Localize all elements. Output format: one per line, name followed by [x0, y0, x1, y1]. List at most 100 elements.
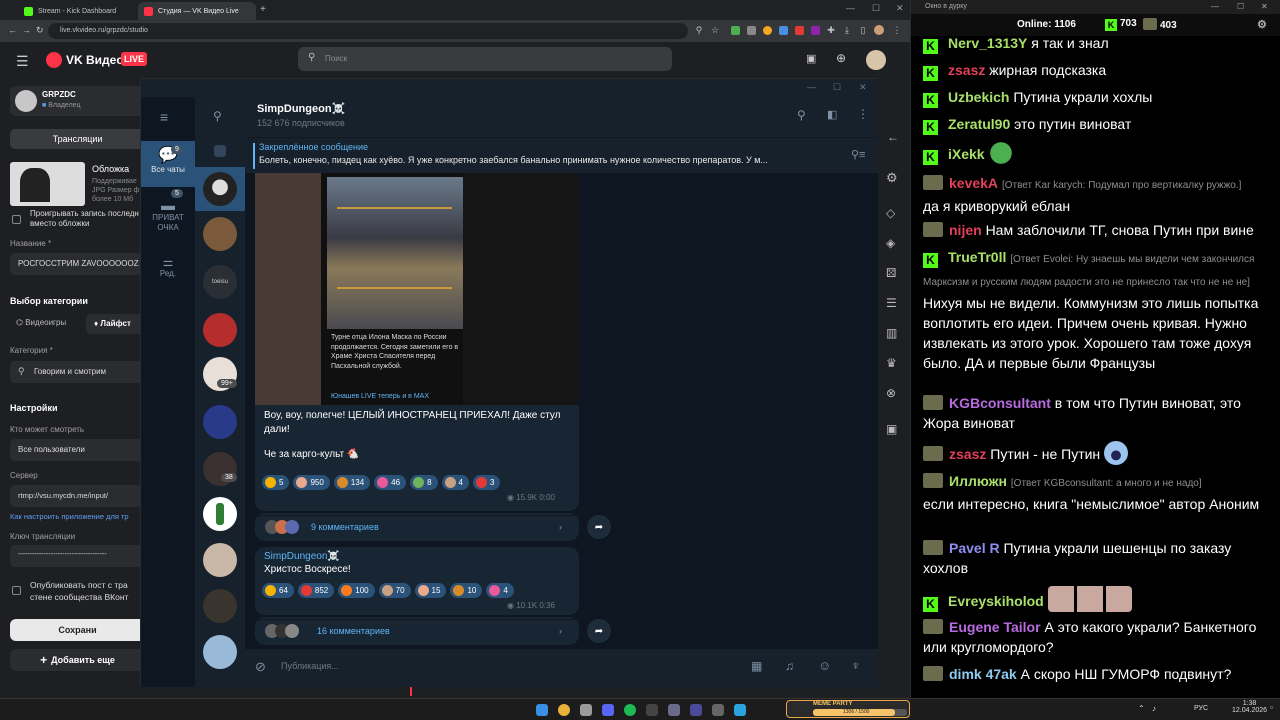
taskbar-app-icon[interactable]	[580, 704, 592, 716]
chat-username[interactable]: Evreyskiholod	[948, 593, 1044, 609]
chat-maximize-button[interactable]: ☐	[1237, 2, 1244, 11]
video-icon[interactable]: ▣	[886, 422, 897, 436]
emoji-icon[interactable]: ☺	[818, 658, 831, 673]
extension-icon[interactable]	[792, 23, 806, 37]
bell-icon[interactable]: ♫	[785, 659, 794, 673]
replay-checkbox[interactable]	[12, 215, 21, 224]
chat-avatar[interactable]	[203, 497, 237, 531]
extension-icon[interactable]	[760, 23, 774, 37]
chat-username[interactable]: zsasz	[948, 62, 985, 78]
chat-username[interactable]: iXekk	[948, 146, 985, 162]
forward-icon[interactable]: →	[22, 25, 31, 35]
meme-party-widget[interactable]: MEME PARTY 1306 / 1500	[786, 700, 910, 718]
save-button[interactable]: Сохрани	[10, 619, 145, 641]
zoom-icon[interactable]: ⚲	[692, 23, 706, 37]
sidebar-toggle-icon[interactable]: ◧	[827, 108, 837, 121]
menu-dots-icon[interactable]: ⋮	[890, 23, 904, 37]
reload-icon[interactable]: ↻	[36, 25, 44, 36]
chrome-icon[interactable]	[558, 704, 570, 716]
chat-username[interactable]: Uzbekich	[948, 89, 1009, 105]
vk-video-logo-icon[interactable]	[46, 52, 62, 68]
bar-chart-icon[interactable]: ▥	[886, 326, 897, 340]
telegram-icon[interactable]	[734, 704, 746, 716]
pinned-message-bar[interactable]: Закреплённое сообщение Болеть, конечно, …	[245, 137, 879, 173]
clock[interactable]: 1:38 12.04.2026	[1232, 700, 1267, 714]
taskbar-app-icon[interactable]	[712, 704, 724, 716]
who-can-watch-select[interactable]: Все пользователи	[10, 439, 145, 461]
share-button[interactable]: ➦	[587, 619, 611, 643]
chat-avatar[interactable]	[203, 635, 237, 669]
search-icon[interactable]: ⚲	[797, 108, 806, 122]
back-icon[interactable]: ←	[8, 25, 17, 35]
start-icon[interactable]	[536, 704, 548, 716]
category-input[interactable]: ⚲ Говорим и смотрим	[10, 361, 145, 383]
microphone-icon[interactable]: ♆	[851, 658, 861, 673]
comments-link[interactable]: 16 комментариев ›	[255, 619, 579, 641]
chat-avatar[interactable]	[203, 313, 237, 347]
chat-close-button[interactable]: ✕	[1261, 2, 1268, 11]
share-button[interactable]: ➦	[587, 515, 611, 539]
chat-username[interactable]: KGBconsultant	[949, 395, 1051, 411]
taskbar-app-icon[interactable]	[690, 704, 702, 716]
reaction-pill[interactable]: 10	[450, 583, 483, 598]
download-icon[interactable]: ⤓	[840, 23, 854, 37]
chat-username[interactable]: kevekA	[949, 175, 998, 191]
extension-icon[interactable]	[744, 23, 758, 37]
puzzle-icon[interactable]: ✚	[824, 23, 838, 37]
cover-thumbnail[interactable]	[10, 162, 85, 206]
reaction-pill[interactable]: 4	[441, 475, 469, 490]
reaction-pill[interactable]: 70	[378, 583, 411, 598]
chat-username[interactable]: Eugene Tailor	[949, 619, 1041, 635]
minimize-button[interactable]: —	[846, 3, 855, 13]
bookmark-star-icon[interactable]: ☆	[708, 23, 722, 37]
folder-all-chats[interactable]: 💬 Все чаты 9	[141, 141, 195, 187]
chat-username[interactable]: Иллюжн	[949, 473, 1007, 489]
gem-icon[interactable]: ◈	[886, 236, 895, 250]
tg-close-button[interactable]: ✕	[859, 82, 867, 93]
reaction-pill[interactable]: 8	[410, 475, 438, 490]
tg-maximize-button[interactable]: ☐	[833, 82, 841, 93]
chat-username[interactable]: Zeratul90	[948, 116, 1010, 132]
spotify-icon[interactable]	[624, 704, 636, 716]
vk-logo-text[interactable]: VK Видео	[66, 53, 124, 67]
tab-kick-dashboard[interactable]: Stream - Kick Dashboard	[18, 2, 136, 20]
sidepanel-icon[interactable]: ▯	[856, 23, 870, 37]
taskbar-app-icon[interactable]	[668, 704, 680, 716]
folder-edit[interactable]: ⚌ Ред.	[141, 255, 195, 287]
reaction-pill[interactable]: 46	[374, 475, 407, 490]
app-setup-link[interactable]: Как настроить приложение для тр	[10, 512, 129, 521]
channel-title[interactable]: SimpDungeon☠️	[257, 102, 345, 115]
archive-icon[interactable]	[214, 145, 226, 157]
profile-avatar[interactable]	[872, 23, 886, 37]
reaction-pill[interactable]: 134	[333, 475, 371, 490]
name-input[interactable]: РОСГОССТРИМ ZAVOOOOOOZ	[10, 253, 145, 275]
volume-icon[interactable]: ♪	[1152, 704, 1156, 713]
reaction-pill[interactable]: 3	[472, 475, 501, 490]
add-more-button[interactable]: + Добавить еще	[10, 649, 145, 671]
stream-key-input[interactable]: --------------------------------------	[10, 545, 145, 567]
extension-icon[interactable]	[728, 23, 742, 37]
post-author[interactable]: SimpDungeon☠️	[264, 551, 340, 562]
folder-private[interactable]: ▬ ПРИВАТ ОЧКА 5	[141, 189, 195, 241]
chat-username[interactable]: nijen	[949, 222, 982, 238]
chat-item-simpdungeon[interactable]	[195, 167, 245, 211]
reaction-pill[interactable]: 852	[297, 583, 335, 598]
chat-username[interactable]: Pavel R	[949, 540, 1000, 556]
wifi-icon[interactable]: ⌃	[1138, 704, 1145, 713]
broadcasts-tab[interactable]: Трансляции	[10, 129, 145, 149]
reaction-pill[interactable]: 4	[486, 583, 514, 598]
chat-minimize-button[interactable]: —	[1211, 2, 1219, 11]
trophy-icon[interactable]: ♛	[886, 356, 897, 370]
menu-icon[interactable]: ≡	[160, 109, 168, 125]
pinned-list-icon[interactable]: ⚲≡	[851, 148, 865, 161]
close-button[interactable]: ✕	[896, 3, 904, 14]
search-input[interactable]: Поиск	[325, 54, 347, 63]
reaction-pill[interactable]: 100	[338, 583, 375, 598]
comments-link[interactable]: 9 комментариев ›	[255, 515, 579, 537]
chat-avatar[interactable]	[203, 217, 237, 251]
vk-search-box[interactable]: ⚲ Поиск	[298, 47, 672, 71]
language-indicator[interactable]: РУС	[1194, 705, 1208, 712]
chat-username[interactable]: dimk 47ak	[949, 666, 1017, 682]
notifications-icon[interactable]: ▣	[806, 52, 816, 65]
dice-icon[interactable]: ⚄	[886, 266, 896, 280]
